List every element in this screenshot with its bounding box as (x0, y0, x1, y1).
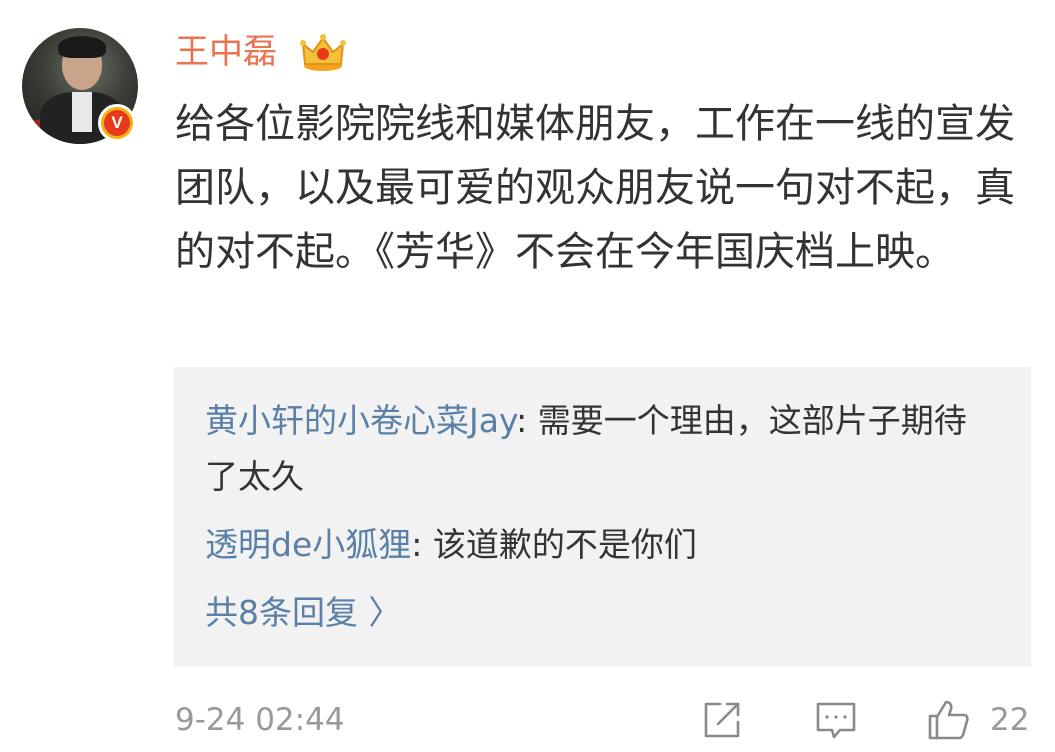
reply-text: : 该道歉的不是你们 (411, 525, 697, 564)
crown-icon (300, 34, 346, 71)
reply-item[interactable]: 透明de小狐狸: 该道歉的不是你们 (205, 517, 995, 573)
reply-user[interactable]: 黄小轩的小卷心菜Jay (205, 401, 516, 440)
reply-box[interactable]: 黄小轩的小卷心菜Jay: 需要一个理由，这部片子期待了太久 透明de小狐狸: 该… (174, 367, 1031, 667)
timestamp: 9-24 02:44 (175, 702, 345, 738)
post-text: 给各位影院院线和媒体朋友，工作在一线的宣发团队，以及最可爱的观众朋友说一句对不起… (175, 101, 1015, 275)
thumbs-up-icon[interactable] (926, 698, 970, 742)
verified-badge-icon: V (98, 104, 136, 142)
post-footer: 9-24 02:44 22 (0, 688, 1055, 752)
reply-user[interactable]: 透明de小狐狸 (205, 525, 411, 564)
comment-icon[interactable] (814, 698, 858, 742)
like-count: 22 (990, 702, 1030, 738)
share-icon[interactable] (700, 698, 744, 742)
author-name[interactable]: 王中磊 (175, 28, 277, 76)
reply-item[interactable]: 黄小轩的小卷心菜Jay: 需要一个理由，这部片子期待了太久 (205, 393, 995, 505)
more-replies-link[interactable]: 共8条回复 〉 (205, 585, 402, 641)
